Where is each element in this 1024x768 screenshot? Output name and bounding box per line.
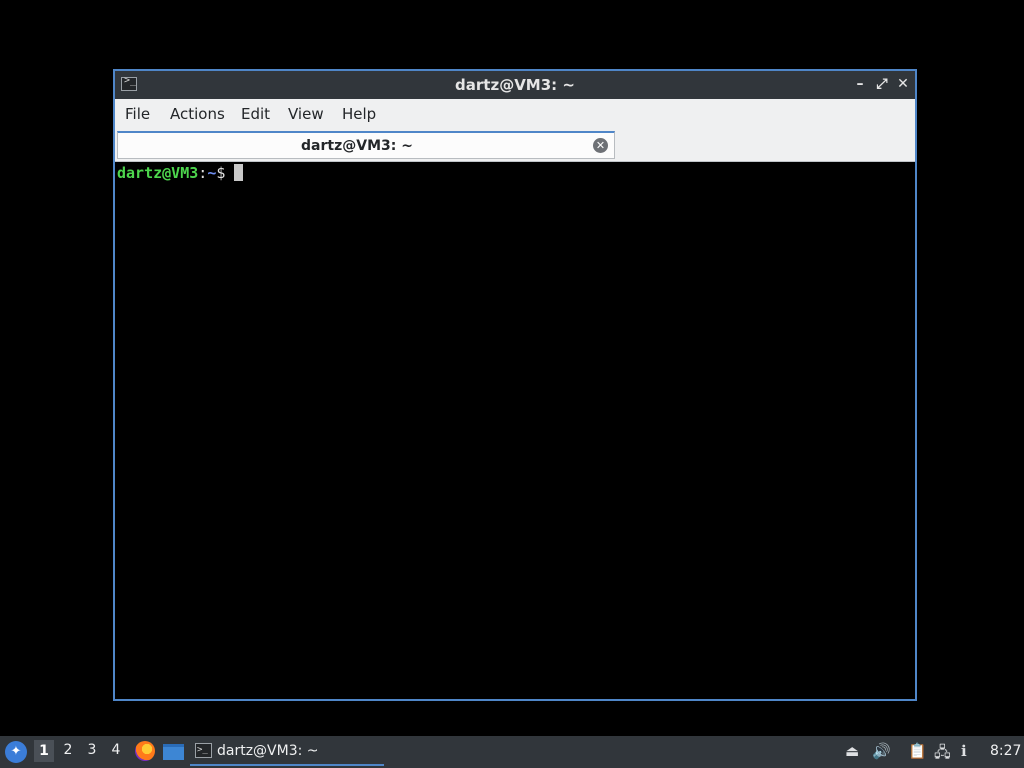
- workspace-3[interactable]: 3: [82, 742, 102, 758]
- menubar: File Actions Edit View Help: [115, 99, 915, 129]
- tab-close-icon[interactable]: ✕: [593, 138, 608, 153]
- prompt-separator: :: [198, 164, 208, 182]
- minimize-icon[interactable]: –: [851, 75, 869, 93]
- taskbar-task-terminal[interactable]: >_ dartz@VM3: ~: [190, 738, 384, 766]
- prompt-user: dartz@VM3: [117, 164, 199, 182]
- clipboard-icon[interactable]: 📋: [908, 742, 927, 760]
- network-icon[interactable]: 🖧: [934, 742, 951, 767]
- lxqt-menu-icon[interactable]: ✦: [5, 741, 27, 763]
- shell-prompt: dartz@VM3:~$: [117, 164, 244, 182]
- window-title: dartz@VM3: ~: [455, 76, 575, 94]
- firefox-icon[interactable]: [135, 741, 155, 761]
- text-cursor: [234, 164, 244, 181]
- terminal-window[interactable]: >_ dartz@VM3: ~ – ⤢ ✕ File Actions Edit …: [113, 69, 917, 701]
- clock[interactable]: 8:27: [990, 743, 1021, 759]
- terminal-task-icon: >_: [195, 743, 212, 758]
- workspace-2[interactable]: 2: [58, 742, 78, 758]
- prompt-symbol: $: [216, 164, 226, 182]
- menu-actions[interactable]: Actions: [170, 105, 225, 123]
- file-manager-icon[interactable]: [163, 744, 184, 760]
- tab-bar: dartz@VM3: ~ ✕: [115, 129, 915, 162]
- menu-view[interactable]: View: [288, 105, 324, 123]
- removable-media-icon[interactable]: ⏏: [845, 742, 859, 760]
- window-titlebar[interactable]: >_ dartz@VM3: ~ – ⤢ ✕: [115, 71, 915, 99]
- prompt-path: ~: [207, 164, 217, 182]
- tab-terminal[interactable]: dartz@VM3: ~ ✕: [117, 131, 615, 159]
- menu-file[interactable]: File: [125, 105, 150, 123]
- tab-label: dartz@VM3: ~: [301, 138, 413, 154]
- close-icon[interactable]: ✕: [894, 75, 912, 93]
- workspace-1[interactable]: 1: [34, 740, 54, 762]
- maximize-icon[interactable]: ⤢: [873, 75, 891, 93]
- notification-icon[interactable]: ℹ: [961, 742, 967, 760]
- menu-help[interactable]: Help: [342, 105, 376, 123]
- taskbar: ✦ 1 2 3 4 >_ dartz@VM3: ~ ⏏ 🔊 📋 🖧 ℹ 8:27: [0, 736, 1024, 768]
- workspace-4[interactable]: 4: [106, 742, 126, 758]
- volume-icon[interactable]: 🔊: [872, 742, 891, 760]
- task-label: dartz@VM3: ~: [217, 743, 319, 759]
- terminal-area[interactable]: dartz@VM3:~$: [115, 162, 915, 699]
- menu-edit[interactable]: Edit: [241, 105, 270, 123]
